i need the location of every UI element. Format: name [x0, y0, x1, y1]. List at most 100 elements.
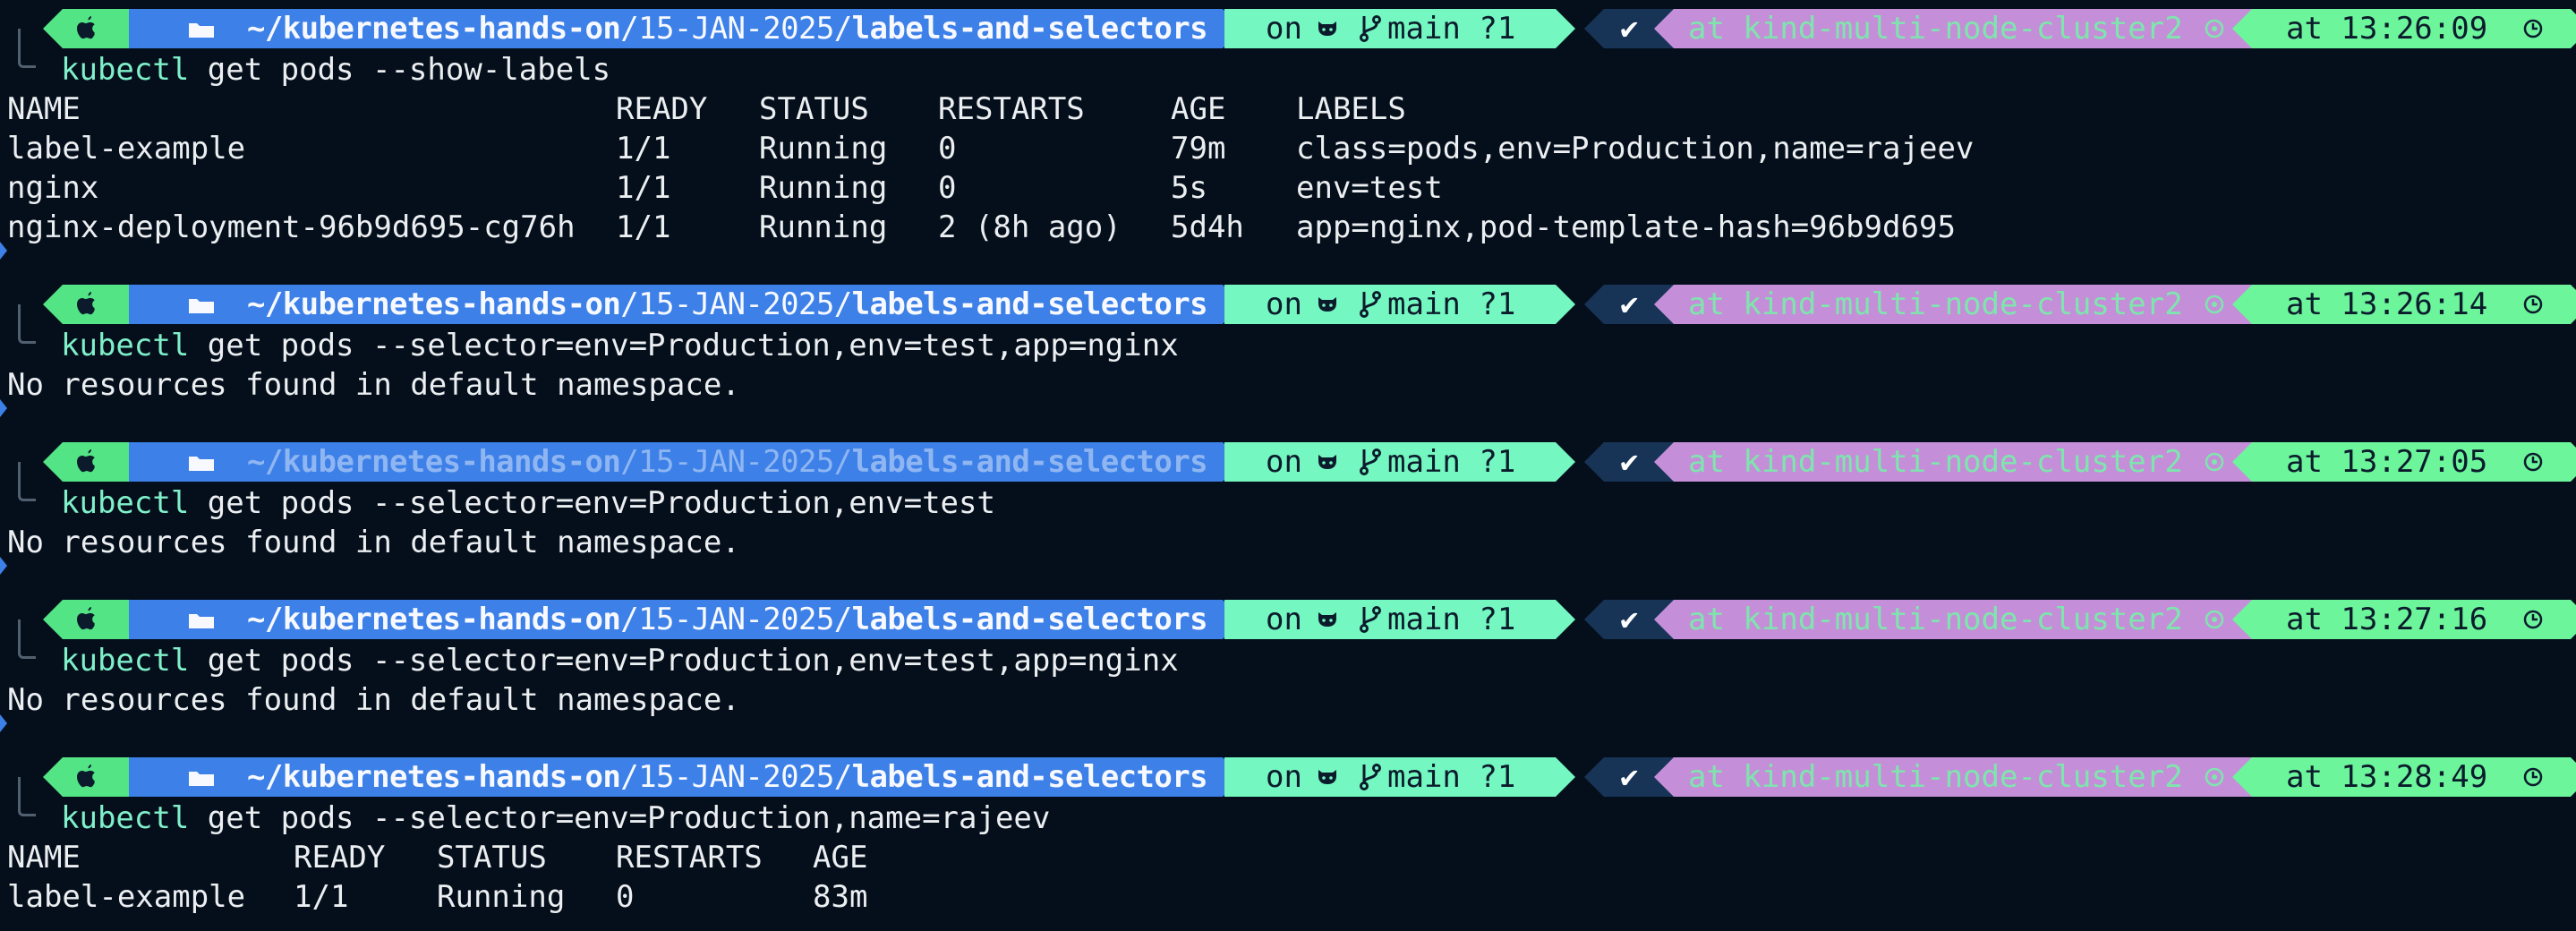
github-icon: [1316, 451, 1339, 473]
apple-icon: [77, 292, 95, 315]
table-cell: class=pods,env=Production,name=rajeev: [1296, 131, 1975, 167]
table-header-cell: READY: [294, 840, 386, 875]
table-header-cell: STATUS: [759, 91, 869, 127]
table-cell: Running: [759, 131, 888, 167]
path-repo: kubernetes-hands-on: [282, 759, 621, 795]
prompt-chevron: [0, 557, 7, 575]
path-segment: ~/kubernetes-hands-on/15-JAN-2025/labels…: [129, 285, 1242, 324]
command-line[interactable]: kubectl get pods --selector=env=Producti…: [61, 483, 995, 523]
git-on-label: on: [1266, 602, 1302, 637]
command-line[interactable]: kubectl get pods --selector=env=Producti…: [61, 326, 1179, 365]
prompt-block: ~/kubernetes-hands-on/15-JAN-2025/labels…: [0, 0, 2576, 90]
folder-icon: [188, 611, 215, 629]
table-cell: Running: [759, 170, 888, 206]
git-branch-label: main ?1: [1387, 11, 1516, 47]
path-dir: labels-and-selectors: [851, 444, 1207, 480]
table-header-cell: AGE: [1171, 91, 1226, 127]
command-line[interactable]: kubectl get pods --show-labels: [61, 50, 610, 90]
prompt-block: ~/kubernetes-hands-on/15-JAN-2025/labels…: [0, 276, 2576, 365]
github-icon: [1316, 609, 1339, 630]
apple-icon: [77, 449, 95, 473]
table-header-cell: STATUS: [437, 840, 547, 875]
path-repo: kubernetes-hands-on: [282, 286, 621, 322]
git-on-label: on: [1266, 444, 1302, 480]
clock-icon: [2522, 766, 2544, 788]
git-branch-label: main ?1: [1387, 286, 1516, 322]
git-branch-icon: [1359, 763, 1382, 791]
path-repo: kubernetes-hands-on: [282, 444, 621, 480]
clock-icon: [2522, 451, 2544, 473]
prompt-chevron: [0, 242, 7, 260]
prompt-block: ~/kubernetes-hands-on/15-JAN-2025/labels…: [0, 591, 2576, 680]
table-cell: 5s: [1171, 170, 1207, 206]
command-args: get pods --selector=env=Production,env=t…: [189, 328, 1179, 363]
path-repo: kubernetes-hands-on: [282, 11, 621, 47]
path-prefix: ~/: [247, 286, 283, 322]
prompt-block: ~/kubernetes-hands-on/15-JAN-2025/labels…: [0, 748, 2576, 838]
path-mid: /15-JAN-2025/: [620, 602, 852, 637]
table-cell: env=test: [1296, 170, 1443, 206]
output-line: No resources found in default namespace.: [7, 682, 740, 718]
time-segment: at 13:28:49: [2232, 757, 2576, 797]
kube-context: at kind-multi-node-cluster2: [1688, 11, 2183, 47]
table-header-cell: RESTARTS: [616, 840, 763, 875]
github-icon: [1316, 766, 1339, 788]
table-cell: app=nginx,pod-template-hash=96b9d695: [1296, 209, 1956, 245]
git-branch-label: main ?1: [1387, 602, 1516, 637]
path-segment: ~/kubernetes-hands-on/15-JAN-2025/labels…: [129, 442, 1242, 482]
terminal-window[interactable]: ~/kubernetes-hands-on/15-JAN-2025/labels…: [0, 0, 2576, 931]
path-dir: labels-and-selectors: [851, 602, 1207, 637]
table-cell: 2 (8h ago): [938, 209, 1122, 245]
git-on-label: on: [1266, 11, 1302, 47]
table-header-cell: READY: [616, 91, 708, 127]
git-segment: on main ?1: [1224, 442, 1575, 482]
table-cell: 83m: [813, 879, 868, 915]
prompt-time: at 13:27:05: [2286, 444, 2488, 480]
command-line[interactable]: kubectl get pods --selector=env=Producti…: [61, 641, 1179, 680]
time-segment: at 13:27:16: [2232, 600, 2576, 639]
git-branch-label: main ?1: [1387, 444, 1516, 480]
git-branch-icon: [1359, 290, 1382, 319]
table-header-cell: LABELS: [1296, 91, 1406, 127]
path-text: ~/kubernetes-hands-on/15-JAN-2025/labels…: [247, 9, 1207, 48]
path-segment: ~/kubernetes-hands-on/15-JAN-2025/labels…: [129, 9, 1242, 48]
output-line: No resources found in default namespace.: [7, 525, 740, 560]
check-icon: ✔: [1620, 602, 1639, 637]
prompt-bar: ~/kubernetes-hands-on/15-JAN-2025/labels…: [43, 757, 2549, 797]
clock-icon: [2522, 294, 2544, 315]
path-text: ~/kubernetes-hands-on/15-JAN-2025/labels…: [247, 285, 1207, 324]
os-segment: [43, 285, 132, 324]
apple-icon: [77, 607, 95, 630]
output-line: No resources found in default namespace.: [7, 367, 740, 403]
context-segment: at kind-multi-node-cluster2: [1654, 285, 2257, 324]
os-segment: [43, 442, 132, 482]
kube-context: at kind-multi-node-cluster2: [1688, 759, 2183, 795]
command-line[interactable]: kubectl get pods --selector=env=Producti…: [61, 799, 1050, 838]
git-segment: on main ?1: [1224, 9, 1575, 48]
git-segment: on main ?1: [1224, 285, 1575, 324]
git-branch-icon: [1359, 605, 1382, 634]
table-cell: 1/1: [294, 879, 349, 915]
command-args: get pods --selector=env=Production,env=t…: [189, 643, 1179, 679]
prompt-connector: [18, 619, 36, 659]
table-cell: 0: [616, 879, 635, 915]
git-on-label: on: [1266, 759, 1302, 795]
kube-context: at kind-multi-node-cluster2: [1688, 602, 2183, 637]
path-text: ~/kubernetes-hands-on/15-JAN-2025/labels…: [247, 442, 1207, 482]
folder-icon: [188, 769, 215, 787]
folder-icon: [188, 21, 215, 38]
prompt-connector: [18, 29, 36, 68]
table-cell: 1/1: [616, 209, 671, 245]
prompt-connector: [18, 462, 36, 501]
table-header-cell: NAME: [7, 91, 81, 127]
table-cell: 5d4h: [1171, 209, 1244, 245]
git-branch-icon: [1359, 14, 1382, 43]
git-branch-icon: [1359, 448, 1382, 476]
check-icon: ✔: [1620, 286, 1639, 322]
clock-icon: [2522, 609, 2544, 630]
path-text: ~/kubernetes-hands-on/15-JAN-2025/labels…: [247, 600, 1207, 639]
table-cell: nginx-deployment-96b9d695-cg76h: [7, 209, 576, 245]
prompt-time: at 13:27:16: [2286, 602, 2488, 637]
prompt-connector: [18, 304, 36, 344]
git-segment: on main ?1: [1224, 757, 1575, 797]
